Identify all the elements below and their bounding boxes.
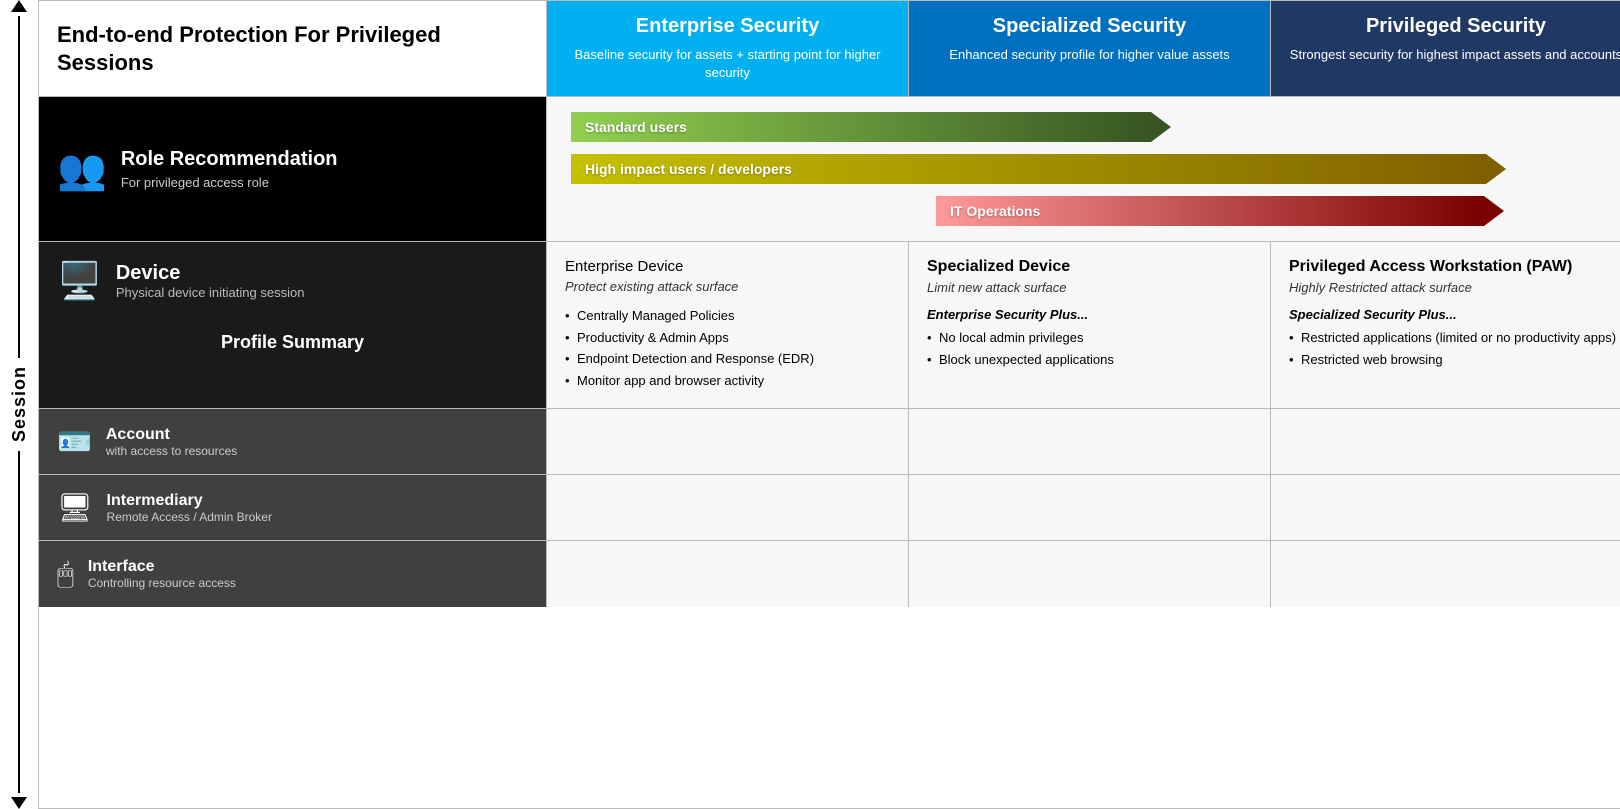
session-text-wrapper: Session xyxy=(9,358,30,450)
device-title: Device xyxy=(116,262,305,285)
session-line-bottom xyxy=(18,451,20,793)
interface-icon: 🖱 xyxy=(57,558,74,591)
privileged-title: Privileged Security xyxy=(1289,15,1620,38)
privileged-device-list: Restricted applications (limited or no p… xyxy=(1289,328,1620,369)
header-row: End-to-end Protection For Privileged Ses… xyxy=(39,1,1620,97)
specialized-device-list: No local admin privileges Block unexpect… xyxy=(927,328,1252,369)
content-table: End-to-end Protection For Privileged Ses… xyxy=(38,0,1620,809)
privileged-device-cell: Privileged Access Workstation (PAW) High… xyxy=(1271,242,1620,408)
intermediary-left-text: Intermediary Remote Access / Admin Broke… xyxy=(107,492,272,524)
interface-left-cell: 🖱 Interface Controlling resource access xyxy=(39,541,547,607)
account-enterprise-cell xyxy=(547,409,909,474)
interface-row: 🖱 Interface Controlling resource access xyxy=(39,541,1620,607)
it-ops-arrow-tip xyxy=(1484,196,1504,226)
device-left-cell: 🖥️ Device Physical device initiating ses… xyxy=(39,242,547,408)
account-title: Account xyxy=(106,426,237,444)
list-item: Restricted applications (limited or no p… xyxy=(1289,328,1620,348)
enterprise-device-cell: Enterprise Device Protect existing attac… xyxy=(547,242,909,408)
role-row: 👥 Role Recommendation For privileged acc… xyxy=(39,97,1620,242)
session-column: Session xyxy=(0,0,38,809)
account-left-text: Account with access to resources xyxy=(106,426,237,458)
privileged-device-subtitle: Highly Restricted attack surface xyxy=(1289,280,1620,295)
list-item: Restricted web browsing xyxy=(1289,350,1620,370)
intermediary-title: Intermediary xyxy=(107,492,272,510)
list-item: Productivity & Admin Apps xyxy=(565,328,890,348)
standard-arrow-tip xyxy=(1151,112,1171,142)
specialized-device-subtitle: Limit new attack surface xyxy=(927,280,1252,295)
enterprise-device-list: Centrally Managed Policies Productivity … xyxy=(565,306,890,390)
role-left-text: Role Recommendation For privileged acces… xyxy=(121,148,338,190)
specialized-header: Specialized Security Enhanced security p… xyxy=(909,1,1271,96)
list-item: Monitor app and browser activity xyxy=(565,371,890,391)
enterprise-title: Enterprise Security xyxy=(565,15,890,38)
account-privileged-cell xyxy=(1271,409,1620,474)
device-left-top: 🖥️ Device Physical device initiating ses… xyxy=(57,260,528,302)
list-item: No local admin privileges xyxy=(927,328,1252,348)
interface-subtitle: Controlling resource access xyxy=(88,576,236,590)
intermediary-row: 🖥 Intermediary Remote Access / Admin Bro… xyxy=(39,475,1620,541)
device-subtitle: Physical device initiating session xyxy=(116,285,305,300)
account-left-cell: 🪪 Account with access to resources xyxy=(39,409,547,474)
session-arrow-up xyxy=(11,0,27,12)
list-item: Centrally Managed Policies xyxy=(565,306,890,326)
high-impact-arrow-tip xyxy=(1486,154,1506,184)
specialized-device-cell: Specialized Device Limit new attack surf… xyxy=(909,242,1271,408)
intermediary-left-cell: 🖥 Intermediary Remote Access / Admin Bro… xyxy=(39,475,547,540)
standard-arrow-body: Standard users xyxy=(571,112,1151,142)
interface-privileged-cell xyxy=(1271,541,1620,607)
specialized-device-plus: Enterprise Security Plus... xyxy=(927,307,1252,322)
privileged-device-title: Privileged Access Workstation (PAW) xyxy=(1289,258,1620,276)
intermediary-enterprise-cell xyxy=(547,475,909,540)
specialized-desc: Enhanced security profile for higher val… xyxy=(927,46,1252,64)
list-item: Block unexpected applications xyxy=(927,350,1252,370)
role-title: Role Recommendation xyxy=(121,148,338,171)
session-label: Session xyxy=(9,366,30,442)
device-left-text: Device Physical device initiating sessio… xyxy=(116,262,305,300)
intermediary-icon: 🖥 xyxy=(57,491,93,524)
account-subtitle: with access to resources xyxy=(106,444,237,458)
role-subtitle: For privileged access role xyxy=(121,175,338,190)
account-icon: 🪪 xyxy=(57,425,92,458)
intermediary-subtitle: Remote Access / Admin Broker xyxy=(107,510,272,524)
account-specialized-cell xyxy=(909,409,1271,474)
session-arrow-down xyxy=(11,797,27,809)
privileged-desc: Strongest security for highest impact as… xyxy=(1289,46,1620,64)
main-wrapper: Session End-to-end Protection For Privil… xyxy=(0,0,1620,809)
role-left-cell: 👥 Role Recommendation For privileged acc… xyxy=(39,97,547,241)
high-impact-arrow-body: High impact users / developers xyxy=(571,154,1486,184)
device-row: 🖥️ Device Physical device initiating ses… xyxy=(39,242,1620,409)
it-ops-arrow-body: IT Operations xyxy=(936,196,1484,226)
it-ops-arrow: IT Operations xyxy=(936,196,1504,226)
interface-specialized-cell xyxy=(909,541,1271,607)
standard-arrow: Standard users xyxy=(571,112,1171,142)
specialized-device-title: Specialized Device xyxy=(927,258,1252,276)
intermediary-specialized-cell xyxy=(909,475,1271,540)
interface-left-text: Interface Controlling resource access xyxy=(88,558,236,590)
interface-title: Interface xyxy=(88,558,236,576)
role-right-cell: Standard users High impact users / devel… xyxy=(547,97,1620,241)
profile-summary: Profile Summary xyxy=(57,332,528,353)
list-item: Endpoint Detection and Response (EDR) xyxy=(565,349,890,369)
privileged-device-plus: Specialized Security Plus... xyxy=(1289,307,1620,322)
high-impact-bar: High impact users / developers xyxy=(571,153,1617,185)
intermediary-privileged-cell xyxy=(1271,475,1620,540)
account-row: 🪪 Account with access to resources xyxy=(39,409,1620,475)
session-line-top xyxy=(18,16,20,358)
role-icon: 👥 xyxy=(57,146,107,193)
enterprise-device-title: Enterprise Device xyxy=(565,258,890,275)
title-cell: End-to-end Protection For Privileged Ses… xyxy=(39,1,547,96)
high-impact-arrow: High impact users / developers xyxy=(571,154,1506,184)
interface-enterprise-cell xyxy=(547,541,909,607)
privileged-header: Privileged Security Strongest security f… xyxy=(1271,1,1620,96)
enterprise-device-subtitle: Protect existing attack surface xyxy=(565,279,890,294)
standard-users-bar: Standard users xyxy=(571,111,1617,143)
page-title: End-to-end Protection For Privileged Ses… xyxy=(57,21,528,76)
it-ops-bar: IT Operations xyxy=(571,195,1617,227)
specialized-title: Specialized Security xyxy=(927,15,1252,38)
enterprise-header: Enterprise Security Baseline security fo… xyxy=(547,1,909,96)
enterprise-desc: Baseline security for assets + starting … xyxy=(565,46,890,82)
device-icon: 🖥️ xyxy=(57,260,102,302)
